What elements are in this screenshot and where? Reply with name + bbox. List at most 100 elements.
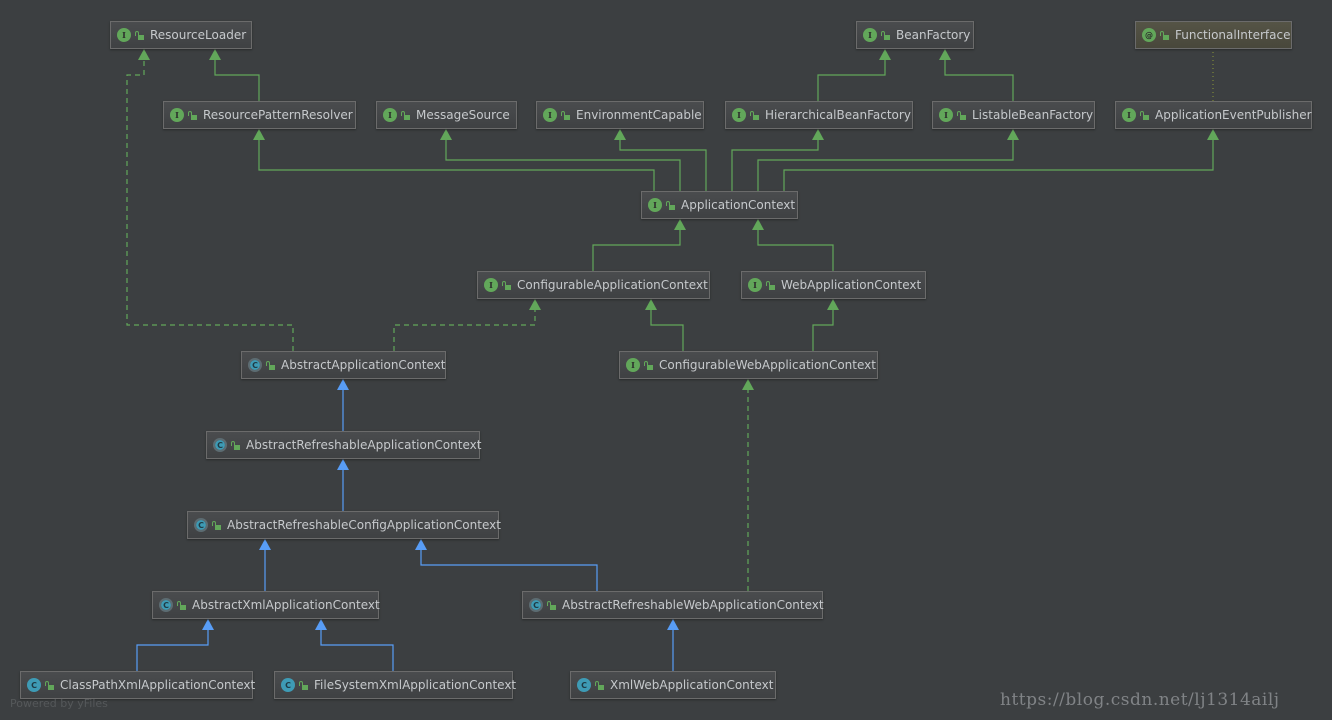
- edge-arrowhead: [812, 129, 824, 140]
- node-label: ConfigurableWebApplicationContext: [659, 358, 876, 372]
- edge-extends-interface-0: [209, 49, 260, 101]
- powered-by-watermark: Powered by yFiles: [10, 697, 108, 710]
- node-class-path-xml-application-context[interactable]: C ClassPathXmlApplicationContext: [20, 671, 255, 699]
- node-label: FunctionalInterface: [1175, 28, 1291, 42]
- node-abstract-xml-application-context[interactable]: C AbstractXmlApplicationContext: [152, 591, 380, 619]
- edge-line: [944, 59, 1014, 101]
- edge-arrowhead: [529, 299, 541, 310]
- annotation-icon: @: [1142, 28, 1156, 42]
- node-label: BeanFactory: [896, 28, 971, 42]
- edge-extends-interface-8: [757, 129, 1019, 191]
- edge-arrowhead: [667, 619, 679, 630]
- node-label: AbstractXmlApplicationContext: [192, 598, 380, 612]
- public-unlocked-icon: [1160, 30, 1169, 40]
- node-abstract-refreshable-config-application-context[interactable]: C AbstractRefreshableConfigApplicationCon…: [187, 511, 501, 539]
- node-label: HierarchicalBeanFactory: [765, 108, 911, 122]
- edge-arrowhead: [337, 379, 349, 390]
- interface-icon: I: [939, 108, 953, 122]
- public-unlocked-icon: [881, 30, 890, 40]
- public-unlocked-icon: [957, 110, 966, 120]
- node-functional-interface[interactable]: @ FunctionalInterface: [1135, 21, 1292, 49]
- edge-line: [757, 229, 834, 271]
- node-label: MessageSource: [416, 108, 510, 122]
- edge-extends-interface-14: [645, 299, 684, 351]
- node-web-application-context[interactable]: I WebApplicationContext: [741, 271, 926, 299]
- public-unlocked-icon: [212, 520, 221, 530]
- public-unlocked-icon: [750, 110, 759, 120]
- node-label: ApplicationEventPublisher: [1155, 108, 1312, 122]
- public-unlocked-icon: [561, 110, 570, 120]
- edge-arrowhead: [614, 129, 626, 140]
- abstract-class-icon: C: [213, 438, 227, 452]
- public-unlocked-icon: [135, 30, 144, 40]
- node-application-event-publisher[interactable]: I ApplicationEventPublisher: [1115, 101, 1312, 129]
- edge-extends-interface-10: [592, 219, 686, 271]
- edge-arrowhead: [1007, 129, 1019, 140]
- node-abstract-refreshable-application-context[interactable]: C AbstractRefreshableApplicationContext: [206, 431, 481, 459]
- edge-arrowhead: [440, 129, 452, 140]
- edge-line: [650, 309, 684, 351]
- abstract-class-icon: C: [529, 598, 543, 612]
- public-unlocked-icon: [502, 280, 511, 290]
- interface-icon: I: [383, 108, 397, 122]
- interface-icon: I: [626, 358, 640, 372]
- node-listable-bean-factory[interactable]: I ListableBeanFactory: [932, 101, 1095, 129]
- node-label: XmlWebApplicationContext: [610, 678, 774, 692]
- edge-implements-20: [742, 379, 754, 591]
- interface-icon: I: [863, 28, 877, 42]
- public-unlocked-icon: [299, 680, 308, 690]
- edge-arrowhead: [202, 619, 214, 630]
- interface-icon: I: [484, 278, 498, 292]
- node-label: AbstractApplicationContext: [281, 358, 446, 372]
- edge-arrowhead: [827, 299, 839, 310]
- node-abstract-refreshable-web-application-context[interactable]: C AbstractRefreshableWebApplicationContex…: [522, 591, 824, 619]
- node-configurable-web-application-context[interactable]: I ConfigurableWebApplicationContext: [619, 351, 878, 379]
- node-configurable-application-context[interactable]: I ConfigurableApplicationContext: [477, 271, 710, 299]
- public-unlocked-icon: [766, 280, 775, 290]
- edge-extends-class-16: [337, 379, 349, 431]
- interface-icon: I: [748, 278, 762, 292]
- edge-extends-interface-1: [817, 49, 891, 101]
- edge-arrowhead: [742, 379, 754, 390]
- node-xml-web-application-context[interactable]: C XmlWebApplicationContext: [570, 671, 776, 699]
- edge-line: [812, 309, 834, 351]
- node-label: ConfigurableApplicationContext: [517, 278, 708, 292]
- class-icon: C: [281, 678, 295, 692]
- node-application-context[interactable]: I ApplicationContext: [641, 191, 798, 219]
- edge-extends-class-17: [337, 459, 349, 511]
- public-unlocked-icon: [266, 360, 275, 370]
- edge-arrowhead: [415, 539, 427, 550]
- edge-line: [817, 59, 886, 101]
- node-bean-factory[interactable]: I BeanFactory: [856, 21, 974, 49]
- node-label: AbstractRefreshableConfigApplicationCont…: [227, 518, 501, 532]
- edge-arrowhead: [752, 219, 764, 230]
- node-label: WebApplicationContext: [781, 278, 922, 292]
- edge-line: [393, 309, 536, 351]
- node-message-source[interactable]: I MessageSource: [376, 101, 517, 129]
- public-unlocked-icon: [401, 110, 410, 120]
- node-abstract-application-context[interactable]: C AbstractApplicationContext: [241, 351, 446, 379]
- interface-icon: I: [732, 108, 746, 122]
- node-resource-pattern-resolver[interactable]: I ResourcePatternResolver: [163, 101, 356, 129]
- edge-arrowhead: [879, 49, 891, 60]
- abstract-class-icon: C: [159, 598, 173, 612]
- node-label: ApplicationContext: [681, 198, 796, 212]
- edge-implements-13: [393, 299, 541, 351]
- interface-icon: I: [170, 108, 184, 122]
- public-unlocked-icon: [231, 440, 240, 450]
- node-label: ResourcePatternResolver: [203, 108, 353, 122]
- class-icon: C: [27, 678, 41, 692]
- edge-extends-class-18: [259, 539, 271, 591]
- edge-arrowhead: [138, 49, 150, 60]
- edge-line: [420, 549, 598, 591]
- node-environment-capable[interactable]: I EnvironmentCapable: [536, 101, 704, 129]
- public-unlocked-icon: [177, 600, 186, 610]
- public-unlocked-icon: [547, 600, 556, 610]
- public-unlocked-icon: [45, 680, 54, 690]
- node-label: FileSystemXmlApplicationContext: [314, 678, 517, 692]
- node-file-system-xml-application-context[interactable]: C FileSystemXmlApplicationContext: [274, 671, 517, 699]
- edge-arrowhead: [337, 459, 349, 470]
- interface-icon: I: [117, 28, 131, 42]
- node-resource-loader[interactable]: I ResourceLoader: [110, 21, 252, 49]
- node-hierarchical-bean-factory[interactable]: I HierarchicalBeanFactory: [725, 101, 913, 129]
